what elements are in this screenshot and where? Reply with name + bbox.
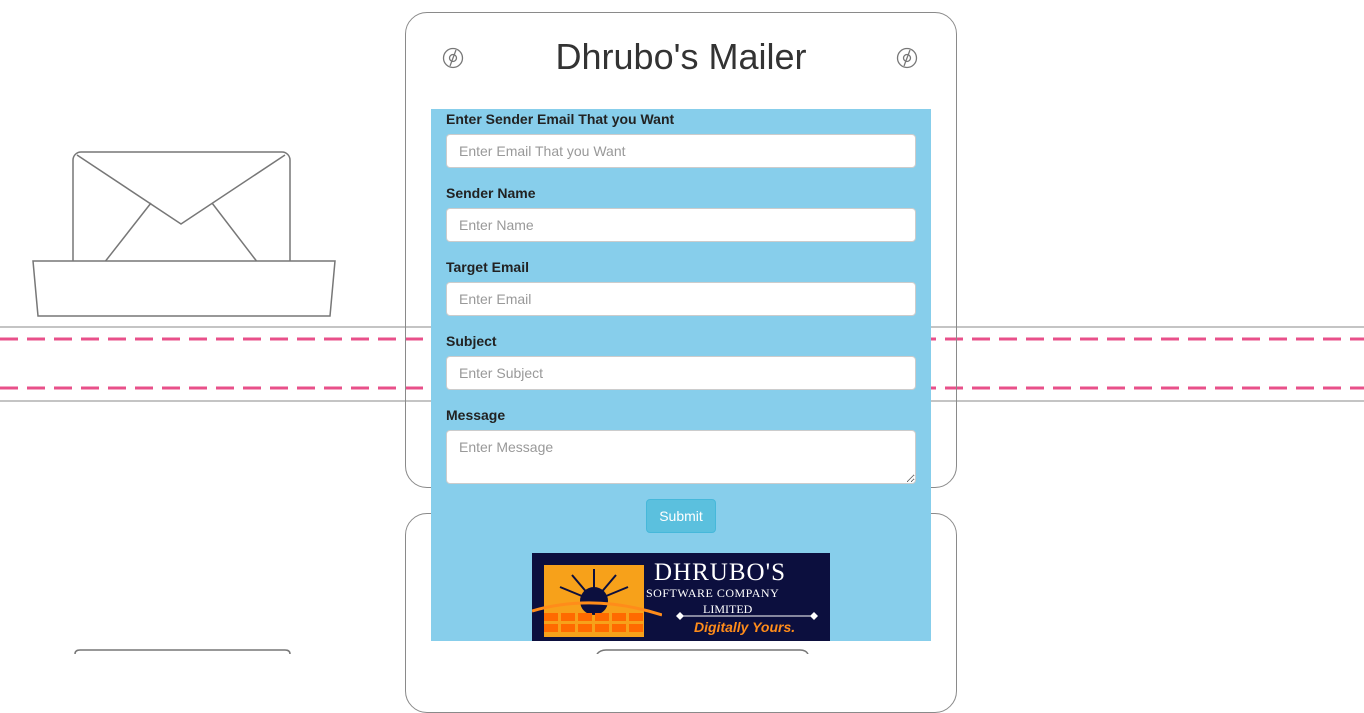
page-title: Dhrubo's Mailer bbox=[555, 36, 807, 77]
logo-title: DHRUBO'S bbox=[654, 559, 786, 586]
sender-name-input[interactable] bbox=[446, 208, 916, 242]
logo-subtitle: SOFTWARE COMPANY bbox=[646, 586, 780, 600]
submit-button[interactable]: Submit bbox=[646, 499, 716, 533]
subject-input[interactable] bbox=[446, 356, 916, 390]
subject-label: Subject bbox=[446, 333, 497, 349]
envelope-icon bbox=[32, 151, 336, 317]
sender-email-label: Enter Sender Email That you Want bbox=[446, 111, 675, 127]
logo-tagline: Digitally Yours. bbox=[694, 619, 796, 635]
message-label: Message bbox=[446, 407, 506, 423]
message-textarea[interactable] bbox=[446, 430, 916, 484]
target-email-input[interactable] bbox=[446, 282, 916, 316]
target-email-label: Target Email bbox=[446, 259, 529, 275]
company-logo: DHRUBO'S SOFTWARE COMPANY LIMITED Digita… bbox=[532, 553, 830, 641]
sunrise-logo-mark bbox=[532, 565, 662, 637]
sender-email-input[interactable] bbox=[446, 134, 916, 168]
logo-limited: LIMITED bbox=[703, 602, 753, 616]
sender-name-label: Sender Name bbox=[446, 185, 536, 201]
